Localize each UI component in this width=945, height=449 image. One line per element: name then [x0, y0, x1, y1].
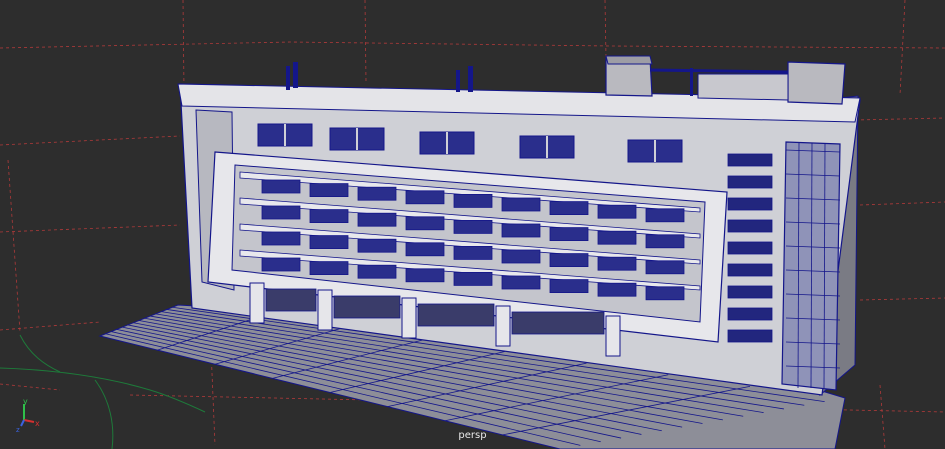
- side-windows: [727, 153, 773, 343]
- office-window: [597, 204, 637, 219]
- office-window: [645, 208, 685, 223]
- side-window: [727, 263, 773, 277]
- side-window: [727, 197, 773, 211]
- office-window: [453, 219, 493, 234]
- camera-name-label: persp: [458, 430, 487, 441]
- lobby-glazing: [265, 288, 317, 312]
- lobby-glazing: [417, 303, 495, 327]
- side-window: [727, 219, 773, 233]
- office-window: [309, 183, 349, 198]
- office-window: [549, 201, 589, 216]
- office-window: [261, 257, 301, 272]
- office-window: [453, 193, 493, 208]
- office-window: [309, 209, 349, 224]
- side-window: [727, 153, 773, 167]
- office-window: [645, 260, 685, 275]
- column: [401, 297, 417, 339]
- office-window: [261, 231, 301, 246]
- window-mullion: [654, 140, 656, 162]
- z-axis-label: z: [16, 426, 20, 434]
- office-window: [357, 186, 397, 201]
- office-window: [357, 264, 397, 279]
- office-window: [357, 212, 397, 227]
- axis-gizmo: y x z: [16, 397, 40, 434]
- window-mullion: [284, 124, 286, 146]
- window-mullion: [356, 128, 358, 150]
- side-window: [727, 175, 773, 189]
- office-window: [501, 197, 541, 212]
- scene-canvas[interactable]: [0, 0, 945, 449]
- office-window: [501, 223, 541, 238]
- office-window: [453, 271, 493, 286]
- office-window: [405, 190, 445, 205]
- office-window: [357, 238, 397, 253]
- column: [317, 289, 333, 331]
- office-window: [453, 245, 493, 260]
- z-axis-line: [20, 419, 25, 427]
- office-window: [309, 261, 349, 276]
- side-window: [727, 307, 773, 321]
- column: [495, 305, 511, 347]
- side-window: [727, 241, 773, 255]
- office-window: [309, 235, 349, 250]
- window-mullion: [546, 136, 548, 158]
- office-window: [597, 256, 637, 271]
- office-window: [597, 282, 637, 297]
- office-window: [261, 179, 301, 194]
- side-window: [727, 285, 773, 299]
- lobby-glazing: [333, 295, 401, 319]
- office-window: [501, 249, 541, 264]
- office-window: [645, 234, 685, 249]
- side-window: [727, 329, 773, 343]
- column: [605, 315, 621, 357]
- office-window: [405, 216, 445, 231]
- x-axis-label: x: [35, 419, 40, 428]
- x-axis-line: [23, 419, 35, 423]
- office-window: [549, 253, 589, 268]
- lobby-glazing: [511, 311, 605, 335]
- viewport-persp[interactable]: persp y x z: [0, 0, 945, 449]
- office-window: [549, 279, 589, 294]
- office-window: [405, 268, 445, 283]
- office-window: [549, 227, 589, 242]
- office-window: [645, 286, 685, 301]
- office-window: [597, 230, 637, 245]
- column: [249, 282, 265, 324]
- y-axis-label: y: [23, 397, 28, 406]
- office-window: [405, 242, 445, 257]
- window-mullion: [446, 132, 448, 154]
- office-window: [261, 205, 301, 220]
- office-window: [501, 275, 541, 290]
